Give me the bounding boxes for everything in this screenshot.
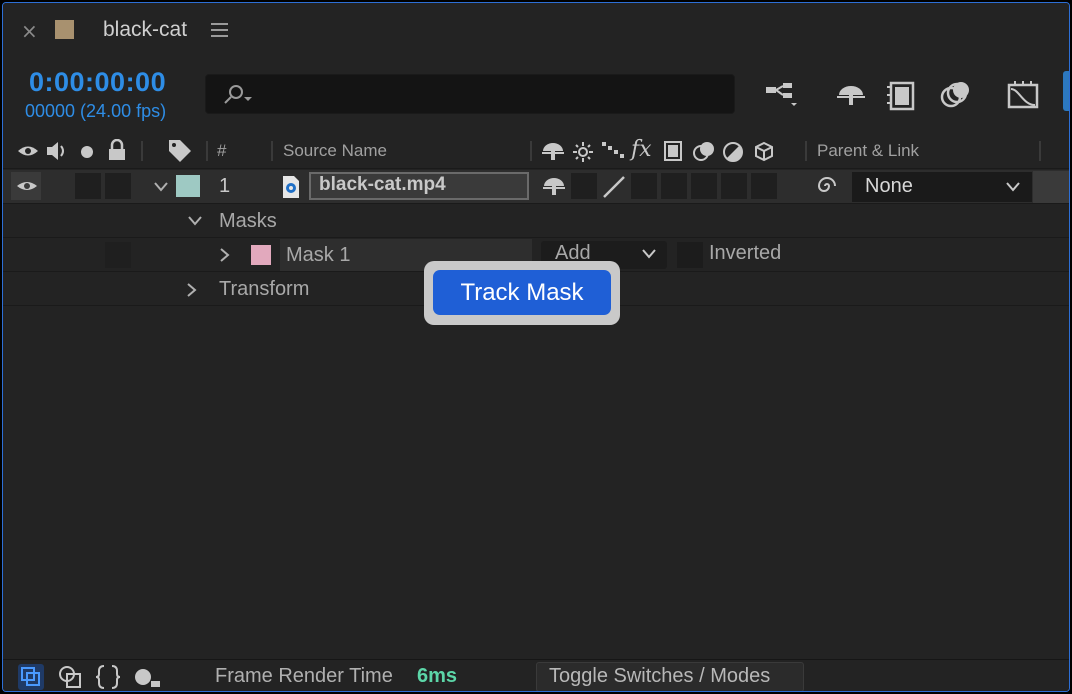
adjustment-layer-icon[interactable] [722,141,744,163]
footage-file-icon [283,176,299,198]
effects-fx-icon[interactable]: fx [631,137,652,162]
motion-blur-icon[interactable] [937,77,973,113]
effects-switch[interactable] [631,173,657,199]
layer-number: 1 [219,175,231,197]
header-separator [141,141,143,161]
current-time-display[interactable]: 0:00:00:00 [29,67,166,98]
inverted-label: Inverted [709,242,782,264]
parent-dropdown-value: None [865,175,913,197]
header-source-name[interactable]: Source Name [283,141,387,161]
track-mask-button[interactable]: Track Mask [433,270,611,315]
header-separator [271,141,273,161]
eye-icon[interactable] [17,142,39,160]
label-tag-icon[interactable] [167,138,193,164]
audio-icon[interactable] [45,140,69,162]
solo-icon[interactable] [80,145,94,159]
motion-blur-switch[interactable] [691,173,717,199]
motion-blur-column-icon[interactable] [691,139,717,163]
layer-switches-icon[interactable] [17,663,45,691]
collapse-sun-icon[interactable] [572,141,594,163]
quality-icon[interactable] [601,141,625,161]
transfer-controls-icon[interactable] [57,664,83,690]
header-parent-link[interactable]: Parent & Link [817,141,919,161]
mask-color-swatch[interactable] [251,245,271,265]
frame-blending-icon[interactable] [885,77,921,113]
lock-switch[interactable] [105,173,131,199]
header-separator [530,141,532,161]
chevron-down-icon[interactable] [187,215,203,227]
composition-color-swatch [55,20,74,39]
3d-layer-icon[interactable] [753,141,775,163]
layer-eye-icon[interactable] [16,178,38,194]
composition-flowchart-icon[interactable] [763,77,799,113]
collapse-switch[interactable] [571,173,597,199]
header-separator [206,141,208,161]
transform-label: Transform [219,278,310,300]
search-icon [224,85,252,104]
timeline-panel: × black-cat 0:00:00:00 00000 (24.00 fps)… [2,2,1070,692]
lock-icon[interactable] [107,139,127,161]
quality-slash-icon[interactable] [601,174,627,200]
frame-blend-column-icon[interactable] [661,140,685,162]
shy-icon[interactable] [541,141,565,161]
tab-title[interactable]: black-cat [103,18,187,42]
3d-switch[interactable] [751,173,777,199]
masks-group-row[interactable] [3,205,1069,238]
adjustment-switch[interactable] [721,173,747,199]
chevron-down-icon[interactable] [641,248,657,260]
frame-render-time-value: 6ms [417,665,458,687]
header-number: # [217,141,227,160]
mask-name: Mask 1 [286,244,351,266]
masks-label: Masks [219,210,277,232]
header-separator [1039,141,1041,161]
mask-lock-switch[interactable] [105,242,131,268]
chevron-down-icon[interactable] [153,181,169,193]
in-out-duration-icon[interactable] [95,664,121,690]
chevron-down-icon[interactable] [1005,181,1021,193]
panel-menu-icon[interactable] [211,23,228,37]
solo-switch[interactable] [75,173,101,199]
frame-blend-switch[interactable] [661,173,687,199]
frame-count-display: 00000 (24.00 fps) [25,101,167,121]
pick-whip-icon[interactable] [815,174,839,198]
draft-3d-icon[interactable] [833,77,869,113]
render-time-icon[interactable] [133,665,161,689]
inverted-checkbox[interactable] [677,242,703,268]
layer-label-color[interactable] [176,175,200,197]
scroll-indicator [1063,71,1069,111]
layer-shy-icon[interactable] [541,175,567,197]
chevron-right-icon[interactable] [186,282,198,298]
search-input[interactable] [205,74,735,114]
track-mask-popup: Track Mask [424,261,620,325]
layer-name: black-cat.mp4 [319,174,446,195]
graph-editor-icon[interactable] [1005,77,1041,113]
timeline-track-bar[interactable] [1033,171,1069,203]
frame-render-time-label: Frame Render Time [215,665,393,687]
header-separator [805,141,807,161]
toggle-switches-modes-label: Toggle Switches / Modes [549,665,771,687]
close-tab-button[interactable]: × [21,19,38,43]
chevron-right-icon[interactable] [219,247,231,263]
